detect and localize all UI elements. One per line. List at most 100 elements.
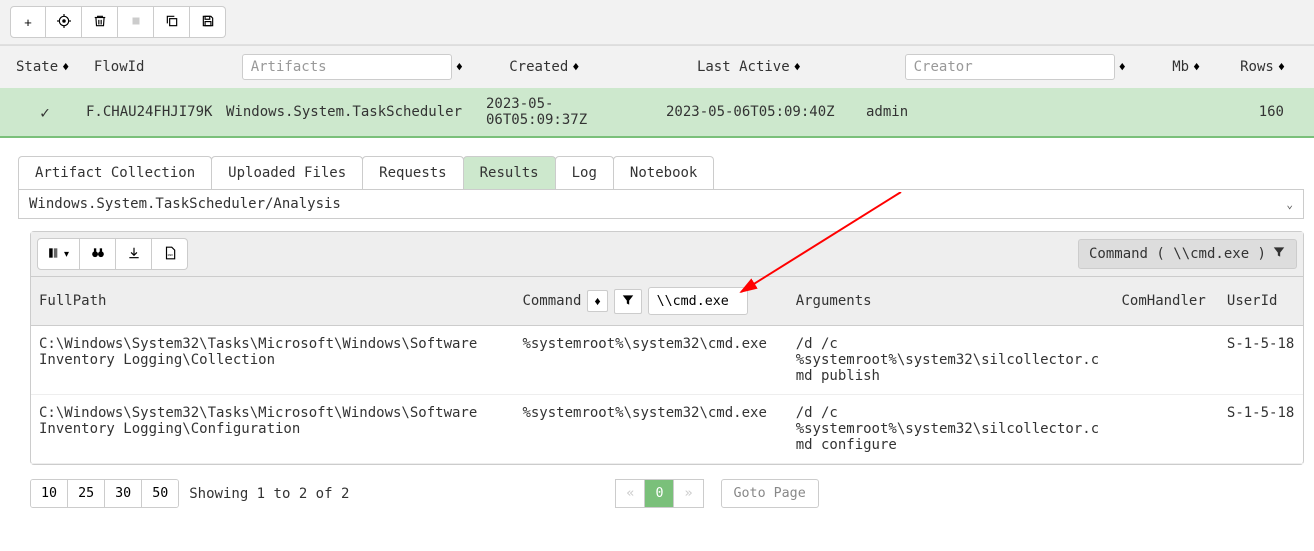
cell-comhandler <box>1113 395 1218 464</box>
cell-fullpath: C:\Windows\System32\Tasks\Microsoft\Wind… <box>31 326 514 395</box>
sort-button[interactable]: ♦ <box>587 290 607 312</box>
download-button[interactable] <box>116 238 152 270</box>
goto-page-button[interactable]: Goto Page <box>721 479 819 508</box>
cell-comhandler <box>1113 326 1218 395</box>
csv-icon: csv <box>163 246 177 263</box>
col-lastactive[interactable]: Last Active ♦ <box>691 59 891 75</box>
tab-artifact-collection[interactable]: Artifact Collection <box>18 156 212 189</box>
flow-creator: admin <box>860 104 1120 120</box>
tab-requests[interactable]: Requests <box>362 156 463 189</box>
columns-icon <box>48 246 62 263</box>
flow-artifact: Windows.System.TaskScheduler <box>220 104 480 120</box>
sort-icon: ♦ <box>62 60 69 74</box>
cell-fullpath: C:\Windows\System32\Tasks\Microsoft\Wind… <box>31 395 514 464</box>
save-button[interactable] <box>190 6 226 38</box>
cell-userid: S-1-5-18 <box>1219 326 1303 395</box>
binoculars-button[interactable] <box>80 238 116 270</box>
results-table: FullPath Command ♦ Arguments ComHandler … <box>31 277 1303 464</box>
sort-icon: ♦ <box>456 60 463 74</box>
delete-button[interactable] <box>82 6 118 38</box>
flow-lastactive: 2023-05-06T05:09:40Z <box>660 104 860 120</box>
pager-prev: « <box>615 479 645 508</box>
target-icon <box>57 14 71 31</box>
th-comhandler[interactable]: ComHandler <box>1113 277 1218 326</box>
copy-button[interactable] <box>154 6 190 38</box>
page-size-50[interactable]: 50 <box>142 480 178 507</box>
tab-notebook[interactable]: Notebook <box>613 156 714 189</box>
col-state[interactable]: State ♦ <box>10 59 80 75</box>
trash-icon <box>93 14 107 31</box>
filter-icon <box>621 296 635 310</box>
sort-icon: ♦ <box>1193 60 1200 74</box>
tab-log[interactable]: Log <box>555 156 614 189</box>
pager: « 0 » <box>615 479 702 508</box>
filter-icon <box>1272 245 1286 263</box>
caret-down-icon: ▾ <box>64 249 69 260</box>
col-rows[interactable]: Rows ♦ <box>1234 59 1304 75</box>
page-size-10[interactable]: 10 <box>31 480 68 507</box>
th-fullpath[interactable]: FullPath <box>31 277 514 326</box>
table-row[interactable]: C:\Windows\System32\Tasks\Microsoft\Wind… <box>31 326 1303 395</box>
artifacts-filter[interactable]: Artifacts <box>242 54 452 80</box>
results-panel: ▾ csv Command ( \\cmd.exe ) FullPath <box>30 231 1304 465</box>
page-size-25[interactable]: 25 <box>68 480 105 507</box>
check-icon: ✓ <box>40 103 50 122</box>
chevron-down-icon: ⌄ <box>1286 198 1293 211</box>
sort-icon: ♦ <box>1278 60 1285 74</box>
pager-current[interactable]: 0 <box>644 479 674 508</box>
th-arguments[interactable]: Arguments <box>788 277 1114 326</box>
flow-id: F.CHAU24FHJI79K <box>80 104 220 120</box>
flow-row[interactable]: ✓ F.CHAU24FHJI79K Windows.System.TaskSch… <box>0 88 1314 138</box>
cell-userid: S-1-5-18 <box>1219 395 1303 464</box>
col-mb[interactable]: Mb ♦ <box>1166 59 1226 75</box>
page-size-30[interactable]: 30 <box>105 480 142 507</box>
cell-command: %systemroot%\system32\cmd.exe <box>514 395 787 464</box>
col-created[interactable]: Created ♦ <box>503 59 683 75</box>
cell-arguments: /d /c %systemroot%\system32\silcollector… <box>788 326 1114 395</box>
analysis-path: Windows.System.TaskScheduler/Analysis <box>29 196 341 212</box>
table-row[interactable]: C:\Windows\System32\Tasks\Microsoft\Wind… <box>31 395 1303 464</box>
command-label: Command <box>522 293 581 309</box>
analysis-select[interactable]: Windows.System.TaskScheduler/Analysis ⌄ <box>18 189 1304 219</box>
sort-icon: ♦ <box>572 60 579 74</box>
columns-button[interactable]: ▾ <box>37 238 80 270</box>
download-icon <box>127 246 141 263</box>
stop-icon <box>129 14 143 31</box>
flows-header: State ♦ FlowId Artifacts ♦ Created ♦ Las… <box>0 45 1314 88</box>
tab-results[interactable]: Results <box>463 156 556 189</box>
toolbar-group: + <box>10 6 226 38</box>
sort-icon: ♦ <box>594 294 600 308</box>
pager-next: » <box>673 479 703 508</box>
binoculars-icon <box>91 246 105 263</box>
pagination: 10 25 30 50 Showing 1 to 2 of 2 « 0 » Go… <box>30 473 1304 514</box>
col-artifacts: Artifacts ♦ <box>236 54 496 80</box>
plus-icon: + <box>24 15 32 30</box>
target-button[interactable] <box>46 6 82 38</box>
tab-uploaded-files[interactable]: Uploaded Files <box>211 156 363 189</box>
col-creator: Creator ♦ <box>899 54 1159 80</box>
filter-button[interactable] <box>614 289 642 314</box>
tabs: Artifact Collection Uploaded Files Reque… <box>18 156 1304 189</box>
save-icon <box>201 14 215 31</box>
filter-chip-label: Command ( \\cmd.exe ) <box>1089 246 1266 262</box>
add-button[interactable]: + <box>10 6 46 38</box>
col-flowid: FlowId <box>88 59 228 75</box>
creator-filter[interactable]: Creator <box>905 54 1115 80</box>
stop-button <box>118 6 154 38</box>
th-command: Command ♦ <box>514 277 787 326</box>
cell-arguments: /d /c %systemroot%\system32\silcollector… <box>788 395 1114 464</box>
sort-icon: ♦ <box>794 60 801 74</box>
svg-text:csv: csv <box>167 252 173 256</box>
showing-text: Showing 1 to 2 of 2 <box>189 486 349 502</box>
flow-created: 2023-05-06T05:09:37Z <box>480 96 660 128</box>
results-toolbar: ▾ csv Command ( \\cmd.exe ) <box>31 232 1303 277</box>
page-size-group: 10 25 30 50 <box>30 479 179 508</box>
flow-rows: 160 <box>1180 104 1304 120</box>
copy-icon <box>165 14 179 31</box>
th-userid[interactable]: UserId <box>1219 277 1303 326</box>
command-filter-input[interactable] <box>648 287 748 315</box>
csv-button[interactable]: csv <box>152 238 188 270</box>
filter-chip[interactable]: Command ( \\cmd.exe ) <box>1078 239 1297 269</box>
toolbar: + <box>0 0 1314 45</box>
cell-command: %systemroot%\system32\cmd.exe <box>514 326 787 395</box>
